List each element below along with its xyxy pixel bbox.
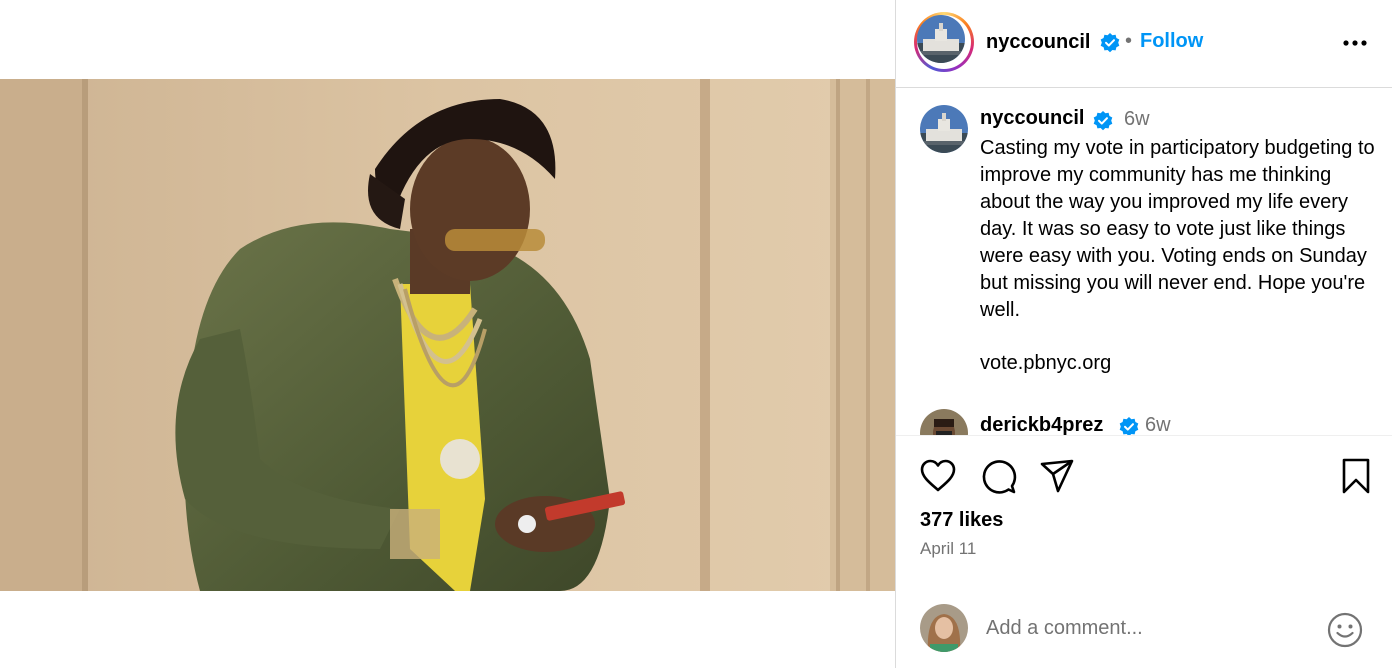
follow-button[interactable]: Follow (1140, 30, 1203, 53)
composer-divider (896, 585, 1392, 586)
paper-plane-icon[interactable] (1038, 456, 1078, 496)
verified-badge-icon (1100, 33, 1120, 53)
comments-list[interactable]: nyccouncil 6w Casting my vote in partici… (896, 89, 1392, 435)
verified-badge-icon (1093, 111, 1113, 131)
media-pane (0, 0, 895, 668)
post-header: nyccouncil • Follow (896, 0, 1392, 88)
caption-timestamp[interactable]: 6w (1124, 108, 1150, 131)
author-username[interactable]: nyccouncil (986, 31, 1090, 54)
current-user-avatar (920, 604, 968, 652)
post-photo[interactable] (0, 79, 895, 591)
caption-username[interactable]: nyccouncil (980, 107, 1084, 130)
author-avatar[interactable] (914, 12, 974, 72)
caption-text: Casting my vote in participatory budgeti… (980, 137, 1375, 321)
comment-username[interactable]: derickb4prez (980, 414, 1103, 435)
likes-count[interactable]: 377 likes (920, 509, 1003, 532)
speech-bubble-icon[interactable] (978, 456, 1018, 496)
comment-avatar[interactable] (920, 409, 968, 435)
more-dots-icon[interactable] (1340, 30, 1370, 54)
caption-link[interactable]: vote.pbnyc.org (980, 350, 1111, 377)
post-sidebar: nyccouncil • Follow nyccouncil 6w Castin… (896, 0, 1392, 668)
comment-timestamp[interactable]: 6w (1145, 414, 1171, 435)
post-date[interactable]: April 11 (920, 539, 976, 559)
caption-avatar[interactable] (920, 105, 968, 153)
heart-icon[interactable] (918, 456, 958, 496)
verified-badge-icon (1119, 417, 1139, 435)
smiley-icon[interactable] (1326, 611, 1364, 649)
bookmark-icon[interactable] (1336, 456, 1376, 496)
actions-divider (896, 435, 1392, 436)
separator-dot: • (1125, 30, 1133, 52)
city-hall-avatar-icon (917, 15, 965, 63)
comment-input[interactable] (986, 614, 1306, 642)
post-image (0, 79, 895, 591)
